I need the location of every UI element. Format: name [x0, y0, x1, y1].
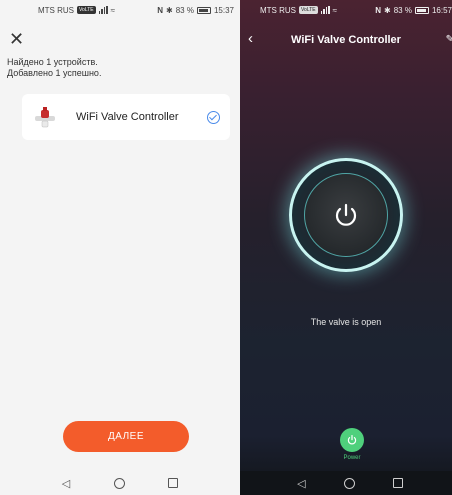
back-triangle-icon[interactable]: ◁ [62, 477, 70, 490]
power-small-icon [347, 435, 357, 445]
bluetooth-icon: ✱ [384, 5, 391, 15]
clock: 16:57 [431, 5, 452, 15]
battery-icon [414, 6, 429, 14]
clock: 15:37 [213, 5, 234, 15]
battery-percent: 83 % [393, 5, 412, 15]
valve-device-icon [32, 104, 58, 130]
bluetooth-icon: ✱ [166, 5, 173, 15]
nfc-icon: N [375, 5, 382, 15]
check-circle-icon [207, 110, 220, 124]
main-power-button[interactable] [289, 158, 403, 272]
wifi-icon: ≈ [110, 5, 116, 15]
title-bar: ‹ WiFi Valve Controller ✎ [240, 30, 452, 50]
next-button[interactable]: ДАЛЕЕ [63, 421, 189, 452]
screenshot: MTS RUS VoLTE ≈ N ✱ 83 % 15:37 ✕ Найдено… [0, 0, 452, 495]
carrier-group: MTS RUS VoLTE ≈ [260, 6, 375, 15]
added-count-text: Добавлено 1 успешно. [7, 68, 102, 78]
power-toggle-button[interactable] [340, 428, 364, 452]
signal-icon [98, 6, 108, 14]
carrier-name: MTS RUS [260, 5, 296, 15]
found-count-text: Найдено 1 устройств. [7, 57, 98, 67]
power-button-core [304, 173, 388, 257]
page-title: WiFi Valve Controller [291, 34, 401, 46]
device-added-screen: MTS RUS VoLTE ≈ N ✱ 83 % 15:37 ✕ Найдено… [0, 0, 240, 495]
system-nav-bar: ◁ [0, 471, 240, 495]
status-right-group: N ✱ 83 % 15:37 [157, 6, 234, 15]
valve-control-screen: MTS RUS VoLTE ≈ N ✱ 83 % 16:57 ‹ WiFi Va… [240, 0, 452, 495]
back-triangle-icon[interactable]: ◁ [297, 477, 305, 490]
power-icon [335, 203, 357, 226]
status-bar: MTS RUS VoLTE ≈ N ✱ 83 % 16:57 [240, 0, 452, 20]
result-message: Найдено 1 устройств. Добавлено 1 успешно… [7, 57, 101, 79]
signal-icon [320, 6, 330, 14]
home-circle-icon[interactable] [343, 477, 355, 489]
device-card[interactable]: WiFi Valve Controller [22, 94, 230, 140]
valve-status: The valve is open [310, 317, 382, 327]
battery-percent: 83 % [175, 5, 194, 15]
close-icon[interactable]: ✕ [9, 30, 24, 48]
volte-badge: VoLTE [77, 6, 96, 14]
volte-badge: VoLTE [299, 6, 318, 14]
battery-icon [196, 6, 211, 14]
status-right-group: N ✱ 83 % 16:57 [375, 6, 452, 15]
recent-square-icon[interactable] [168, 478, 179, 488]
device-name: WiFi Valve Controller [76, 111, 179, 123]
wifi-icon: ≈ [332, 5, 338, 15]
status-bar: MTS RUS VoLTE ≈ N ✱ 83 % 15:37 [0, 0, 240, 20]
recent-square-icon[interactable] [392, 478, 403, 488]
home-circle-icon[interactable] [113, 477, 125, 489]
edit-icon[interactable]: ✎ [446, 34, 452, 45]
system-nav-bar: ◁ [240, 471, 452, 495]
carrier-group: MTS RUS VoLTE ≈ [38, 6, 157, 15]
nfc-icon: N [157, 5, 164, 15]
carrier-name: MTS RUS [38, 5, 74, 15]
power-label: Power [343, 455, 361, 461]
